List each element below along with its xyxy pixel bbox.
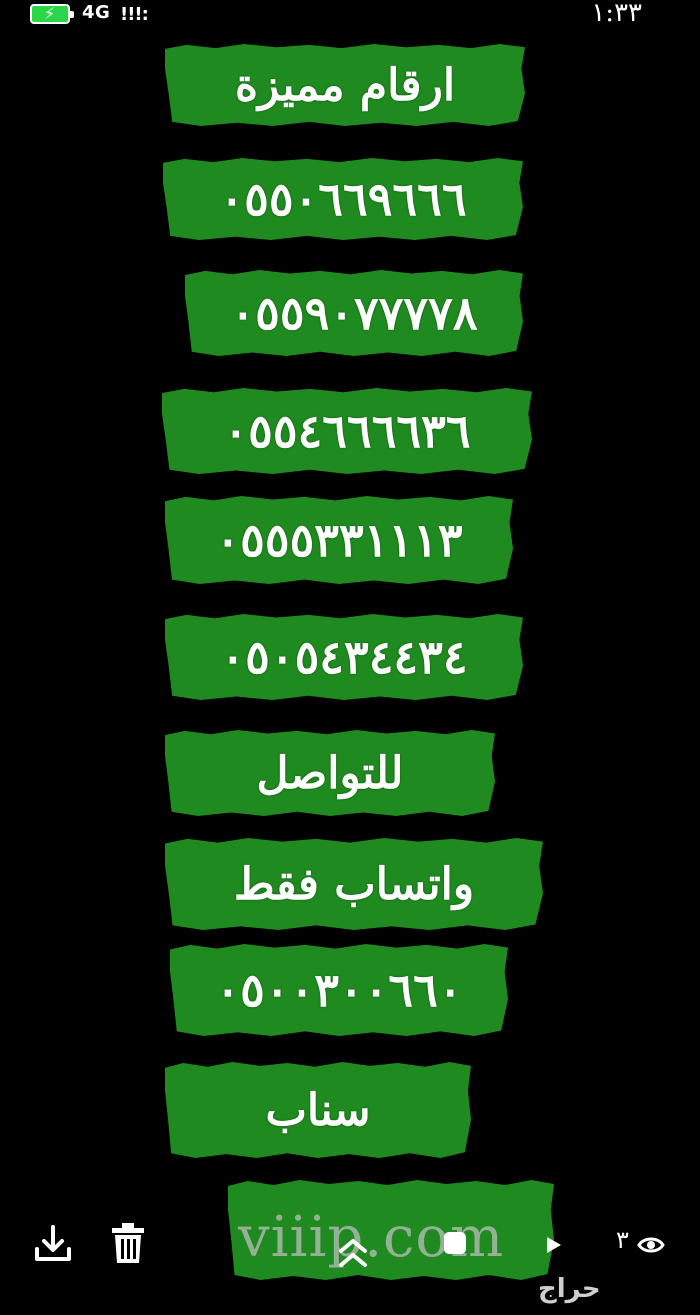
banner-text: ارقام مميزة bbox=[234, 59, 456, 111]
banner-contact: للتواصل bbox=[165, 730, 495, 816]
signal-strength-icon: !!!: bbox=[120, 4, 149, 25]
eye-icon bbox=[637, 1237, 665, 1253]
banner-text: للتواصل bbox=[256, 747, 404, 799]
status-time: ١:٣٣ bbox=[591, 0, 642, 28]
banner-number: ٠٥٠٥٤٣٤٤٣٤ bbox=[165, 614, 523, 700]
banner-text: ٠٥٠٥٤٣٤٤٣٤ bbox=[220, 630, 468, 684]
banner-number: ٠٥٠٠٣٠٠٦٦٠ bbox=[170, 944, 508, 1036]
banner-number: ٠٥٥٩٠٧٧٧٧٨ bbox=[185, 270, 523, 356]
banner-number: ٠٥٥٥٣٣١١١٣ bbox=[165, 496, 513, 584]
stop-icon bbox=[444, 1232, 466, 1254]
banner-text: ٠٥٥٥٣٣١١١٣ bbox=[215, 513, 463, 567]
play-button[interactable] bbox=[540, 1232, 566, 1258]
banner-text: ٠٥٠٠٣٠٠٦٦٠ bbox=[215, 963, 463, 1017]
play-icon bbox=[547, 1237, 561, 1253]
views-button[interactable] bbox=[636, 1230, 666, 1260]
trash-icon bbox=[112, 1223, 144, 1263]
download-icon bbox=[35, 1225, 71, 1261]
banner-text: واتساب فقط bbox=[233, 858, 475, 910]
banner-whatsapp: واتساب فقط bbox=[165, 838, 543, 930]
stop-button[interactable] bbox=[440, 1228, 470, 1258]
download-button[interactable] bbox=[30, 1220, 76, 1266]
view-count: ٣ bbox=[616, 1226, 629, 1254]
battery-charging-icon: ⚡ bbox=[30, 4, 74, 24]
banner-snap: سناب bbox=[165, 1062, 471, 1158]
delete-button[interactable] bbox=[108, 1220, 148, 1266]
banner-text: سناب bbox=[265, 1084, 371, 1136]
expand-button[interactable] bbox=[333, 1232, 373, 1272]
banner-text: ٠٥٥٩٠٧٧٧٧٨ bbox=[230, 286, 478, 340]
status-bar: ⚡ 4G !!!: ١:٣٣ bbox=[0, 0, 700, 34]
banner-text: ٠٥٥٠٦٦٩٦٦٦ bbox=[219, 172, 467, 226]
banner-number: ٠٥٥٤٦٦٦٦٣٦ bbox=[162, 388, 532, 474]
banner-number: ٠٥٥٠٦٦٩٦٦٦ bbox=[163, 158, 523, 240]
banner-title: ارقام مميزة bbox=[165, 44, 525, 126]
banner-text: ٠٥٥٤٦٦٦٦٣٦ bbox=[223, 404, 471, 458]
chevron-up-icon bbox=[339, 1239, 367, 1267]
network-type: 4G bbox=[82, 2, 111, 23]
